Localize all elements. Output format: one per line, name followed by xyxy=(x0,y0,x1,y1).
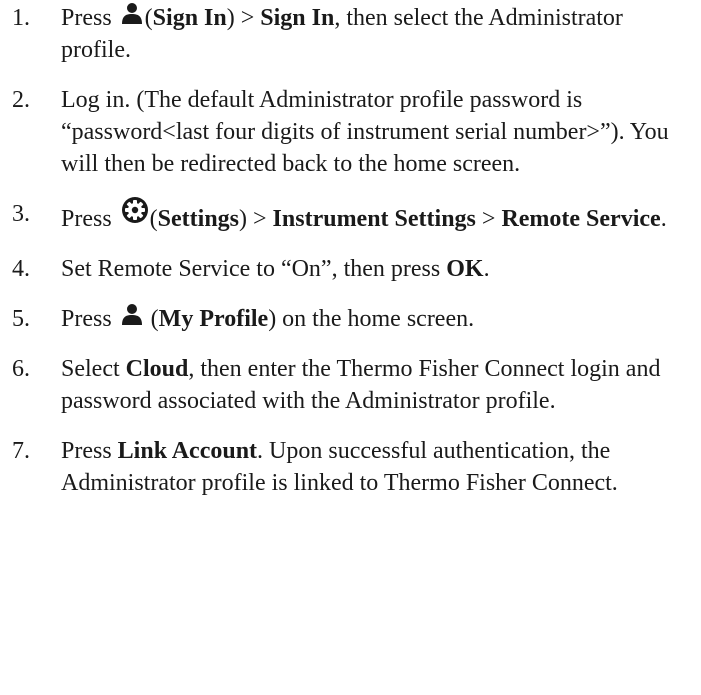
step-number: 5. xyxy=(12,306,30,332)
step-text: Set Remote Service to “On”, then press xyxy=(61,256,447,282)
gear-icon xyxy=(121,196,149,224)
step-number: 3. xyxy=(12,201,30,227)
step-text: Press xyxy=(61,438,118,464)
instruction-steps: 1. Press (Sign In) > Sign In, then selec… xyxy=(0,2,701,517)
ui-label-cloud: Cloud xyxy=(125,356,189,382)
step-6: 6. Select Cloud, then enter the Thermo F… xyxy=(0,353,701,417)
step-number: 7. xyxy=(12,438,30,464)
ui-label-instrument-settings: Instrument Settings xyxy=(272,206,476,232)
step-text: . xyxy=(660,206,667,232)
step-number: 1. xyxy=(12,5,30,31)
ui-label-ok: OK xyxy=(446,256,484,282)
ui-label-sign-in: Sign In xyxy=(260,5,335,31)
step-7: 7. Press Link Account. Upon successful a… xyxy=(0,435,701,499)
ui-label-settings: Settings xyxy=(157,206,240,232)
step-5: 5. Press (My Profile) on the home screen… xyxy=(0,303,701,335)
step-text: Select xyxy=(61,356,126,382)
step-text: . xyxy=(483,256,490,282)
ui-label-remote-service: Remote Service xyxy=(501,206,661,232)
step-text: ( xyxy=(149,206,158,232)
step-number: 6. xyxy=(12,356,30,382)
step-text: ( xyxy=(144,5,153,31)
person-icon xyxy=(121,303,143,325)
step-text: Log in. (The default Administrator profi… xyxy=(61,87,669,177)
step-2: 2. Log in. (The default Administrator pr… xyxy=(0,84,701,180)
step-number: 4. xyxy=(12,256,30,282)
step-4: 4. Set Remote Service to “On”, then pres… xyxy=(0,253,701,285)
step-number: 2. xyxy=(12,87,30,113)
step-text: ) > xyxy=(226,5,261,31)
step-text: > xyxy=(475,206,502,232)
step-text: Press xyxy=(61,206,112,232)
step-text: Press xyxy=(61,306,112,332)
ui-label-my-profile: My Profile xyxy=(158,306,269,332)
step-3: 3. Press (Settings) > Instrument Setting… xyxy=(0,196,701,235)
step-text: ( xyxy=(144,306,159,332)
step-text: Press xyxy=(61,5,112,31)
ui-label-link-account: Link Account xyxy=(117,438,258,464)
person-icon xyxy=(121,2,143,24)
ui-label-sign-in: Sign In xyxy=(152,5,227,31)
step-1: 1. Press (Sign In) > Sign In, then selec… xyxy=(0,2,701,66)
step-text: ) > xyxy=(239,206,273,232)
step-text: ) on the home screen. xyxy=(268,306,475,332)
